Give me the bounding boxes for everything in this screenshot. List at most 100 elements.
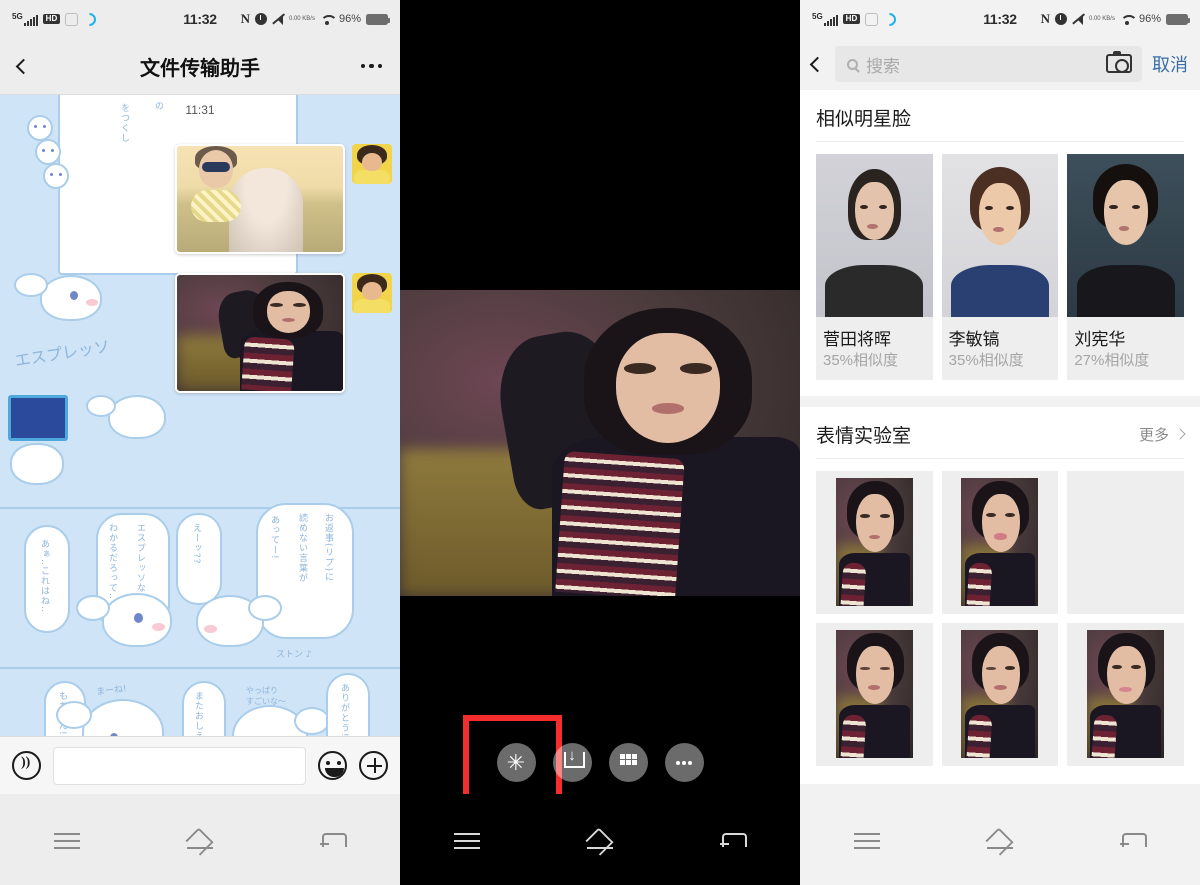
- grid-gallery-icon[interactable]: [608, 743, 648, 782]
- three-panel-screenshot: 5G HD 11:32 N 0.00 KB/s 96% 文件传输助手 をつくし …: [0, 0, 1200, 885]
- android-nav-bar: [800, 794, 1200, 885]
- chat-input-bar: [0, 736, 400, 794]
- celebrity-section-header: 相似明星脸: [800, 90, 1200, 141]
- hd-badge: HD: [42, 13, 61, 25]
- sim-icon: [865, 12, 879, 26]
- save-download-icon[interactable]: [552, 743, 592, 782]
- emoji-result-grid: [800, 459, 1200, 784]
- status-bar-chat: 5G HD 11:32 N 0.00 KB/s 96%: [0, 0, 400, 38]
- emoji-result-3[interactable]: [1067, 470, 1184, 614]
- emoji-result-2[interactable]: [941, 470, 1059, 614]
- more-link[interactable]: 更多: [1138, 424, 1186, 445]
- message-timestamp: 11:31: [185, 103, 215, 117]
- emoji-result-4[interactable]: [816, 622, 933, 766]
- celebrity-card[interactable]: 李敏镐 35%相似度: [941, 154, 1059, 380]
- voice-input-icon[interactable]: [12, 751, 41, 780]
- back-icon[interactable]: [1118, 829, 1148, 851]
- menu-icon[interactable]: [452, 829, 482, 851]
- emoji-thumbnail: [835, 478, 913, 607]
- alarm-icon: [1054, 13, 1067, 25]
- emoji-result-5[interactable]: [941, 622, 1059, 766]
- mute-icon: [1072, 13, 1084, 25]
- avatar[interactable]: [352, 273, 392, 313]
- celebrity-photo: [941, 154, 1059, 317]
- more-actions-icon[interactable]: [664, 743, 704, 782]
- menu-icon[interactable]: [52, 829, 82, 851]
- emoji-icon[interactable]: [318, 751, 347, 780]
- add-attachment-icon[interactable]: [359, 751, 388, 780]
- chat-panel: 5G HD 11:32 N 0.00 KB/s 96% 文件传输助手 をつくし …: [0, 0, 400, 885]
- wifi-icon: [320, 14, 334, 25]
- search-results-panel: 5G HD 11:32 N 0.00 KB/s 96% 搜索 取消 相似明星脸 …: [800, 0, 1200, 885]
- photo-message-sunglasses-girl[interactable]: [175, 144, 345, 254]
- celebrity-similarity: 27%相似度: [1074, 352, 1150, 369]
- celebrity-similarity: 35%相似度: [823, 352, 899, 369]
- celebrity-similarity: 35%相似度: [948, 352, 1024, 369]
- sync-icon: [80, 9, 99, 29]
- back-chevron-icon[interactable]: [15, 58, 32, 74]
- battery-icon: [366, 13, 390, 25]
- celebrity-card[interactable]: 刘宪华 27%相似度: [1067, 154, 1185, 380]
- battery-icon: [1166, 13, 1190, 25]
- photo-message-dark-hair-woman[interactable]: [175, 273, 345, 393]
- emoji-lab-section: 表情实验室 更多: [800, 406, 1200, 784]
- battery-percent-label: 96%: [1138, 13, 1161, 25]
- celebrity-name: 菅田将晖: [823, 330, 891, 349]
- network-type-label: 5G: [812, 11, 823, 21]
- section-title: 表情实验室: [816, 425, 912, 447]
- celebrity-section: 相似明星脸 菅田将晖 35%相似度 李敏镐 35%相似度 刘宪华 27%相似度: [800, 90, 1200, 396]
- nfc-icon: N: [1040, 11, 1050, 26]
- wifi-icon: [1120, 14, 1134, 25]
- emoji-thumbnail: [961, 478, 1039, 607]
- status-bar-left: 5G HD: [812, 9, 899, 29]
- cancel-button[interactable]: 取消: [1152, 51, 1188, 77]
- emoji-thumbnail: [835, 630, 913, 759]
- menu-icon[interactable]: [852, 829, 882, 851]
- celebrity-card[interactable]: 菅田将晖 35%相似度: [816, 154, 933, 380]
- emoji-result-1[interactable]: [816, 470, 933, 614]
- back-icon[interactable]: [718, 829, 748, 851]
- emoji-lab-header: 表情实验室 更多: [800, 407, 1200, 458]
- celebrity-card-list: 菅田将晖 35%相似度 李敏镐 35%相似度 刘宪华 27%相似度: [800, 142, 1200, 396]
- home-icon[interactable]: [585, 829, 615, 851]
- network-type-label: 5G: [12, 11, 23, 21]
- data-rate-label: 0.00 KB/s: [1088, 15, 1115, 22]
- sim-icon: [65, 12, 79, 26]
- status-bar-right: N 0.00 KB/s 96%: [1040, 11, 1190, 27]
- more-options-icon[interactable]: [360, 63, 382, 69]
- avatar[interactable]: [352, 144, 392, 184]
- android-nav-bar: [400, 794, 800, 885]
- more-label: 更多: [1138, 426, 1169, 444]
- status-bar-left: 5G HD: [12, 9, 99, 29]
- message-input[interactable]: [53, 746, 306, 785]
- chat-message-list[interactable]: をつくし の エスプレッソ ?! あぁ‥これはね‥ わかるだろって‥ エスプレッ…: [0, 95, 400, 794]
- chat-message-image-2[interactable]: [175, 273, 392, 393]
- emoji-result-6[interactable]: [1067, 622, 1184, 766]
- status-bar-right: N 0.00 KB/s 96%: [240, 11, 390, 27]
- celebrity-name: 刘宪华: [1074, 330, 1126, 349]
- celebrity-photo: [816, 154, 933, 317]
- chat-message-image-1[interactable]: [175, 144, 392, 254]
- nfc-icon: N: [240, 11, 250, 26]
- data-rate-label: 0.00 KB/s: [288, 15, 315, 22]
- back-chevron-icon[interactable]: [809, 56, 826, 72]
- android-nav-bar: [0, 794, 400, 885]
- viewer-photo[interactable]: [400, 290, 800, 596]
- emoji-thumbnail: [961, 630, 1039, 759]
- search-input[interactable]: 搜索: [835, 46, 1142, 82]
- signal-icon: 5G: [812, 11, 838, 26]
- home-icon[interactable]: [185, 829, 215, 851]
- image-viewer-panel: [400, 0, 800, 885]
- chevron-right-icon: [1174, 428, 1186, 440]
- camera-icon[interactable]: [1106, 51, 1132, 73]
- mute-icon: [272, 13, 284, 25]
- battery-percent-label: 96%: [338, 13, 361, 25]
- celebrity-photo: [1067, 154, 1185, 317]
- search-header: 搜索 取消: [800, 38, 1200, 90]
- viewer-toolbar: [400, 715, 800, 810]
- back-icon[interactable]: [318, 829, 348, 851]
- status-bar-search: 5G HD 11:32 N 0.00 KB/s 96%: [800, 0, 1200, 38]
- smart-recognition-icon[interactable]: [462, 715, 562, 810]
- page-title: 文件传输助手: [140, 57, 260, 80]
- home-icon[interactable]: [985, 829, 1015, 851]
